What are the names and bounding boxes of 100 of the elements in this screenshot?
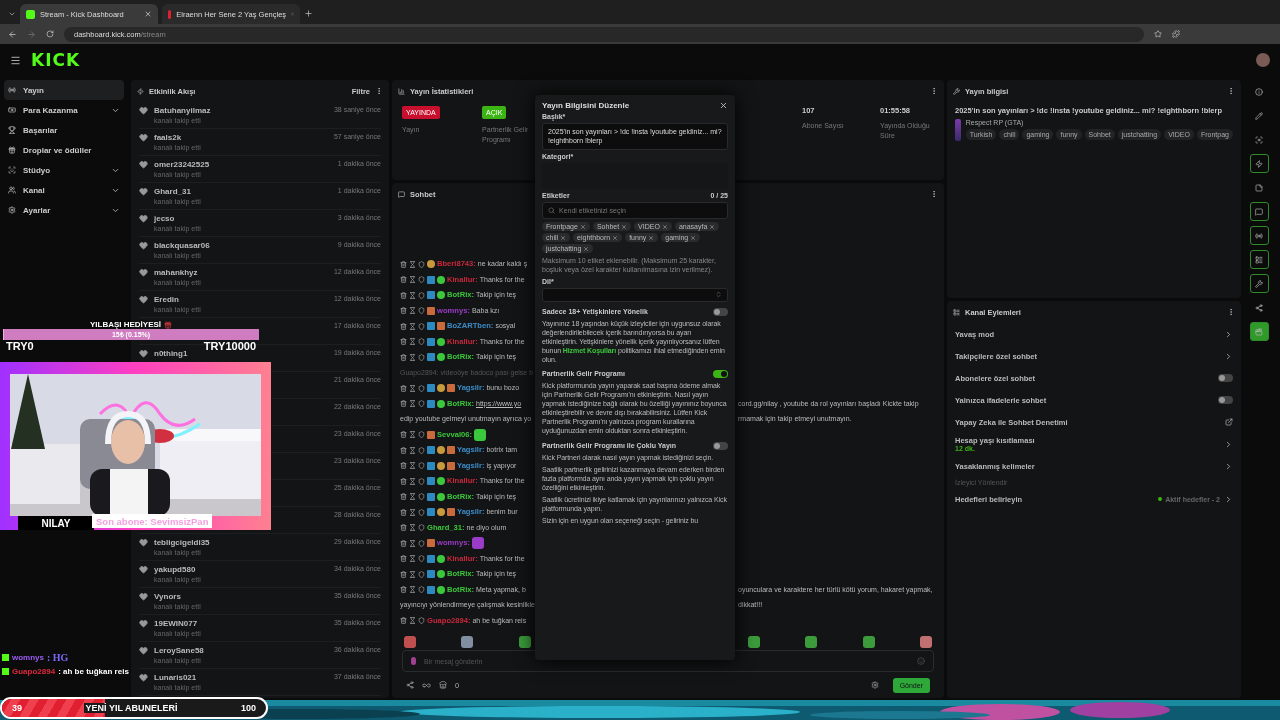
chevron-icon[interactable]: [1224, 461, 1233, 471]
toggle[interactable]: [713, 441, 728, 450]
ban-icon[interactable]: [418, 524, 425, 532]
toggle[interactable]: [713, 369, 728, 378]
remove-icon[interactable]: [621, 223, 628, 230]
ban-icon[interactable]: [418, 276, 425, 284]
timeout-icon[interactable]: [409, 462, 416, 470]
ban-icon[interactable]: [418, 617, 425, 625]
more-icon[interactable]: [930, 87, 938, 95]
ban-icon[interactable]: [418, 586, 425, 594]
menu-icon[interactable]: [10, 54, 21, 66]
follower-name[interactable]: Ghard_31: [154, 187, 201, 196]
follower-name[interactable]: tebligcigeldi35: [154, 538, 210, 547]
delete-icon[interactable]: [400, 353, 407, 361]
remove-icon[interactable]: [583, 245, 590, 252]
settings-icon[interactable]: [870, 681, 879, 689]
rail-button[interactable]: [1249, 274, 1269, 293]
delete-icon[interactable]: [400, 462, 407, 470]
ban-icon[interactable]: [418, 260, 425, 268]
ban-icon[interactable]: [418, 493, 425, 501]
nav-item[interactable]: Droplar ve ödüller: [4, 140, 124, 160]
close-icon[interactable]: [144, 10, 152, 18]
emote-icon[interactable]: [461, 636, 474, 648]
follower-name[interactable]: omer23242525: [154, 160, 210, 169]
ban-icon[interactable]: [418, 570, 425, 578]
delete-icon[interactable]: [400, 338, 407, 346]
more-icon[interactable]: [375, 87, 383, 95]
ban-icon[interactable]: [418, 555, 425, 563]
follower-name[interactable]: n0thing1: [154, 349, 188, 358]
timeout-icon[interactable]: [409, 384, 416, 392]
timeout-icon[interactable]: [409, 276, 416, 284]
emote-icon[interactable]: [747, 636, 760, 648]
toggle[interactable]: [713, 307, 728, 316]
delete-icon[interactable]: [400, 617, 407, 625]
timeout-icon[interactable]: [409, 524, 416, 532]
nav-item[interactable]: Ayarlar: [4, 200, 124, 220]
delete-icon[interactable]: [400, 493, 407, 501]
ban-icon[interactable]: [418, 307, 425, 315]
rail-button[interactable]: [1249, 202, 1269, 221]
ban-icon[interactable]: [418, 338, 425, 346]
emote-icon[interactable]: [862, 636, 875, 648]
remove-icon[interactable]: [661, 223, 668, 230]
follower-name[interactable]: jecso: [154, 214, 201, 223]
delete-icon[interactable]: [400, 431, 407, 439]
nav-item[interactable]: Para Kazanma: [4, 100, 124, 120]
follower-name[interactable]: blackquasar06: [154, 241, 210, 250]
close-icon[interactable]: [719, 101, 728, 110]
follower-name[interactable]: faals2k: [154, 133, 201, 142]
timeout-icon[interactable]: [409, 586, 416, 594]
ban-icon[interactable]: [418, 322, 425, 330]
more-icon[interactable]: [1227, 87, 1235, 95]
remove-icon[interactable]: [690, 234, 697, 241]
ban-icon[interactable]: [418, 539, 425, 547]
timeout-icon[interactable]: [409, 539, 416, 547]
timeout-icon[interactable]: [409, 508, 416, 516]
toggle[interactable]: [1218, 374, 1233, 382]
store-icon[interactable]: [439, 681, 447, 689]
reload-icon[interactable]: [46, 30, 54, 38]
delete-icon[interactable]: [400, 539, 407, 547]
timeout-icon[interactable]: [409, 617, 416, 625]
delete-icon[interactable]: [400, 322, 407, 330]
delete-icon[interactable]: [400, 477, 407, 485]
ban-icon[interactable]: [418, 384, 425, 392]
delete-icon[interactable]: [400, 586, 407, 594]
remove-icon[interactable]: [648, 234, 655, 241]
delete-icon[interactable]: [400, 291, 407, 299]
rail-button[interactable]: [1249, 322, 1269, 341]
follower-name[interactable]: Batuhanyilmaz: [154, 106, 211, 115]
follower-name[interactable]: Eredin: [154, 295, 201, 304]
timeout-icon[interactable]: [409, 400, 416, 408]
more-icon[interactable]: [1227, 308, 1235, 316]
kick-logo[interactable]: KICK: [31, 50, 81, 70]
more-icon[interactable]: [930, 190, 938, 198]
timeout-icon[interactable]: [409, 493, 416, 501]
ban-icon[interactable]: [418, 431, 425, 439]
ban-icon[interactable]: [418, 400, 425, 408]
remove-icon[interactable]: [560, 234, 567, 241]
delete-icon[interactable]: [400, 276, 407, 284]
timeout-icon[interactable]: [409, 338, 416, 346]
back-icon[interactable]: [8, 29, 17, 39]
extensions-icon[interactable]: [1172, 30, 1180, 38]
delete-icon[interactable]: [400, 260, 407, 268]
timeout-icon[interactable]: [409, 446, 416, 454]
rail-button[interactable]: [1249, 226, 1269, 245]
emote-icon[interactable]: [805, 636, 818, 648]
ban-icon[interactable]: [418, 462, 425, 470]
toggle[interactable]: [1218, 396, 1233, 404]
follower-name[interactable]: Lunaris021: [154, 673, 201, 682]
timeout-icon[interactable]: [409, 555, 416, 563]
follower-name[interactable]: Vynors: [154, 592, 201, 601]
chevron-icon[interactable]: [1224, 494, 1233, 504]
nav-item[interactable]: Kanal: [4, 180, 124, 200]
timeout-icon[interactable]: [409, 291, 416, 299]
bookmark-icon[interactable]: [1154, 30, 1162, 38]
delete-icon[interactable]: [400, 508, 407, 516]
delete-icon[interactable]: [400, 555, 407, 563]
ban-icon[interactable]: [418, 291, 425, 299]
delete-icon[interactable]: [400, 446, 407, 454]
external-link-icon[interactable]: [1225, 418, 1233, 426]
chevron-icon[interactable]: [1224, 351, 1233, 361]
